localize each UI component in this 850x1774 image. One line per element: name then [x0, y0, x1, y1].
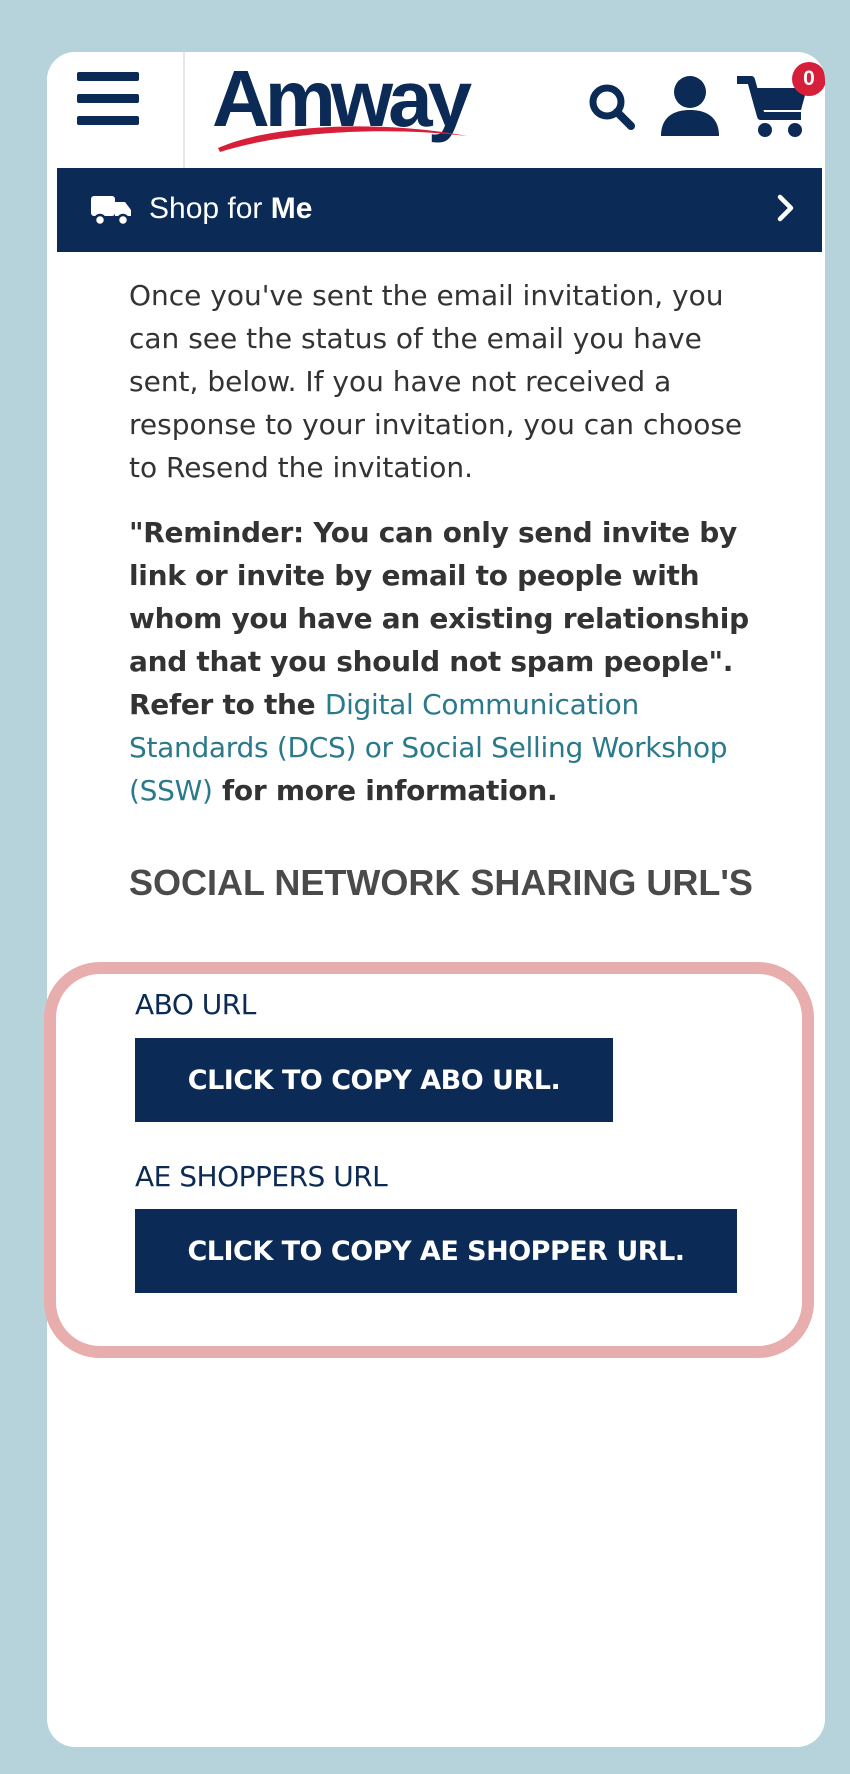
logo-swoosh — [218, 126, 467, 152]
header-divider — [183, 52, 185, 168]
search-icon[interactable] — [585, 80, 639, 134]
reminder-paragraph: "Reminder: You can only send invite by l… — [129, 511, 769, 812]
intro-paragraph: Once you've sent the email invitation, y… — [129, 279, 743, 484]
phone-screen: Amway 0 Shop for Me Once you've sent the… — [47, 52, 825, 1747]
copy-ae-shopper-url-button[interactable]: CLICK TO COPY AE SHOPPER URL. — [135, 1209, 737, 1293]
truck-icon — [91, 196, 131, 227]
shop-for-label: Shop for Me — [149, 192, 312, 226]
copy-abo-url-button[interactable]: CLICK TO COPY ABO URL. — [135, 1038, 613, 1122]
shop-for-bar[interactable]: Shop for Me — [57, 168, 822, 252]
user-icon[interactable] — [657, 74, 723, 138]
abo-url-label: ABO URL — [135, 988, 256, 1021]
ae-shoppers-url-label: AE SHOPPERS URL — [135, 1160, 388, 1193]
cart-count-badge: 0 — [792, 62, 825, 96]
section-title: SOCIAL NETWORK SHARING URL'S — [129, 862, 753, 903]
shop-for-target: Me — [270, 192, 313, 225]
shop-for-prefix: Shop for — [149, 192, 271, 225]
chevron-right-icon — [777, 194, 794, 222]
main-content: Once you've sent the email invitation, y… — [129, 274, 769, 812]
reminder-suffix: for more information. — [222, 774, 558, 807]
site-header: Amway — [47, 52, 825, 168]
hamburger-icon[interactable] — [77, 72, 143, 128]
amway-logo[interactable]: Amway — [212, 54, 472, 154]
